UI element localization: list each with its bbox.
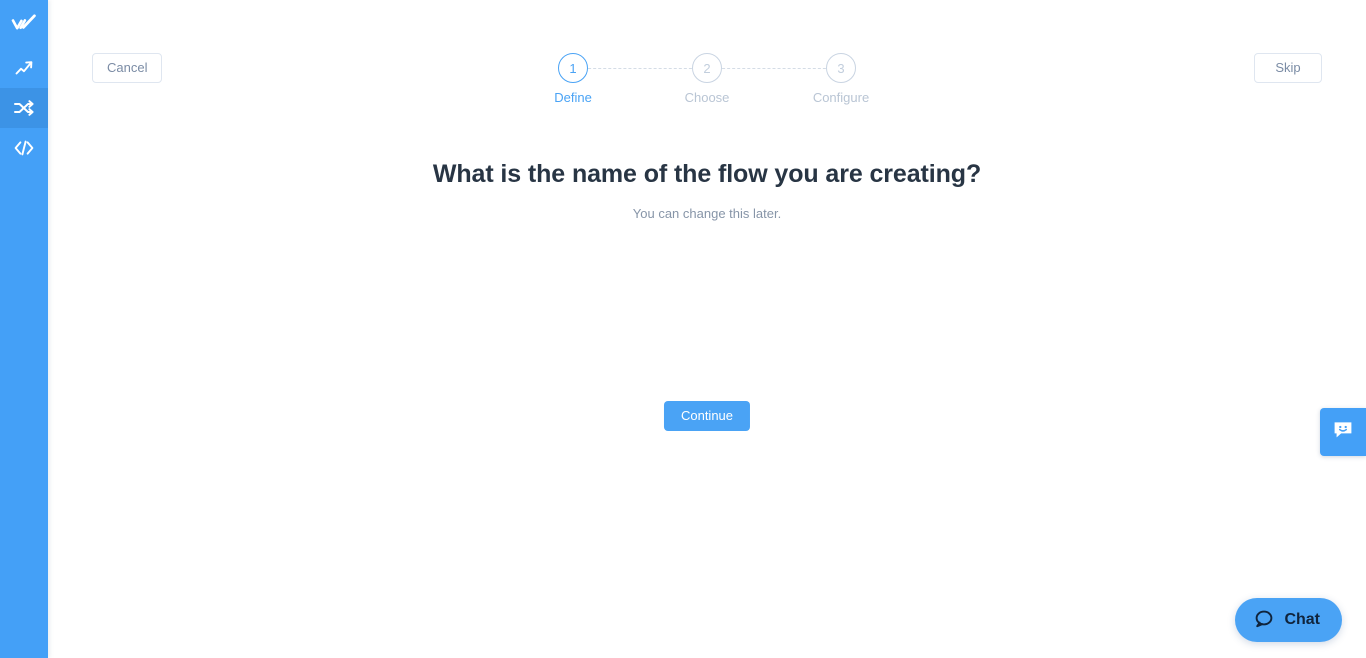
sidebar-item-logo[interactable]: [0, 0, 48, 48]
smiley-chat-icon: [1331, 418, 1355, 447]
page-title: What is the name of the flow you are cre…: [432, 160, 982, 188]
chat-button-label: Chat: [1284, 611, 1320, 628]
wizard-content: What is the name of the flow you are cre…: [48, 0, 1366, 658]
speech-bubble-icon: [1253, 608, 1275, 633]
shuffle-icon: [13, 98, 35, 118]
code-icon: [13, 139, 35, 157]
chat-button[interactable]: Chat: [1235, 598, 1342, 642]
sidebar-item-recipes[interactable]: [0, 88, 48, 128]
trending-up-icon: [14, 58, 34, 78]
sidebar-item-tools[interactable]: [0, 128, 48, 168]
flow-name-input[interactable]: [497, 245, 917, 281]
main-area: Cancel Skip 1 Define 2 Choose 3 Configur…: [48, 0, 1366, 658]
app-root: Cancel Skip 1 Define 2 Choose 3 Configur…: [0, 0, 1366, 658]
workato-logo-icon: [11, 14, 37, 34]
continue-button[interactable]: Continue: [663, 401, 751, 431]
sidebar-item-dashboard[interactable]: [0, 48, 48, 88]
primary-sidebar: [0, 0, 48, 658]
page-subtitle: You can change this later.: [632, 206, 782, 221]
chat-launcher-tab[interactable]: [1320, 408, 1366, 456]
